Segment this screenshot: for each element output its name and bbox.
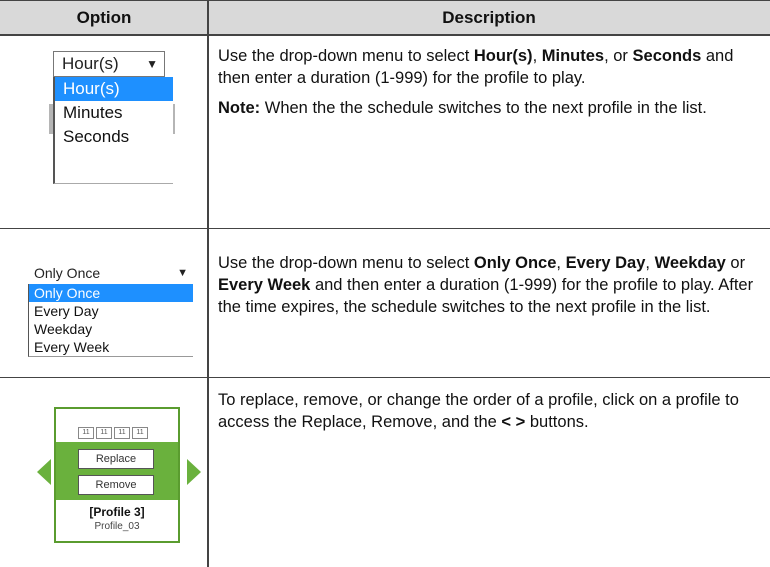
- option-only-once[interactable]: Only Once: [29, 284, 193, 302]
- mini-thumb: 11: [132, 427, 148, 439]
- replace-button[interactable]: Replace: [78, 449, 154, 469]
- selected-value: Only Once: [34, 265, 101, 281]
- remove-button[interactable]: Remove: [78, 475, 154, 495]
- mini-thumb: 11: [78, 427, 94, 439]
- row-divider: [0, 377, 770, 378]
- row1-description: Use the drop-down menu to select Hour(s)…: [218, 45, 758, 127]
- column-divider: [207, 0, 209, 567]
- option-weekday[interactable]: Weekday: [29, 320, 193, 338]
- selected-value: Hour(s): [62, 54, 119, 73]
- row3-description-text: To replace, remove, or change the order …: [218, 391, 739, 431]
- row2-description-text: Use the drop-down menu to select Only On…: [218, 254, 754, 316]
- row3-description: To replace, remove, or change the order …: [218, 389, 758, 441]
- table-header: Option Description: [0, 0, 770, 36]
- dropdown-arrow-icon: ▼: [177, 267, 188, 279]
- move-left-arrow-icon[interactable]: [37, 459, 51, 485]
- option-every-day[interactable]: Every Day: [29, 302, 193, 320]
- dropdown-arrow-icon: ▼: [146, 57, 158, 71]
- profile-card[interactable]: 11 11 11 11 Replace Remove [Profile 3] Prof…: [54, 407, 180, 543]
- row1-description-text: Use the drop-down menu to select Hour(s)…: [218, 47, 734, 87]
- row2-description: Use the drop-down menu to select Only On…: [218, 252, 758, 326]
- profile-action-band: Replace Remove: [56, 442, 178, 500]
- option-every-week[interactable]: Every Week: [29, 338, 193, 356]
- repeat-options: Only Once Every Day Weekday Every Week: [28, 284, 193, 357]
- duration-unit-select[interactable]: Hour(s) ▼: [53, 51, 165, 77]
- repeat-dropdown[interactable]: Only Once ▼ Only Once Every Day Weekday …: [28, 262, 194, 357]
- header-option: Option: [76, 8, 132, 27]
- row-divider: [0, 228, 770, 229]
- option-description-table: Option Description Hour(s) ▼ Hour(s) Min…: [0, 0, 770, 567]
- option-seconds[interactable]: Seconds: [55, 125, 173, 149]
- profile-subtitle: Profile_03: [94, 521, 140, 532]
- header-description: Description: [442, 8, 536, 27]
- mini-thumb: 11: [96, 427, 112, 439]
- row1-note: Note: When the the schedule switches to …: [218, 99, 707, 117]
- repeat-select[interactable]: Only Once ▼: [28, 262, 194, 284]
- option-minutes[interactable]: Minutes: [55, 101, 173, 125]
- move-right-arrow-icon[interactable]: [187, 459, 201, 485]
- duration-unit-options: Hour(s) Minutes Seconds: [53, 77, 173, 184]
- mini-thumb: 11: [114, 427, 130, 439]
- option-hours[interactable]: Hour(s): [55, 77, 173, 101]
- profile-name: [Profile 3]: [89, 505, 145, 519]
